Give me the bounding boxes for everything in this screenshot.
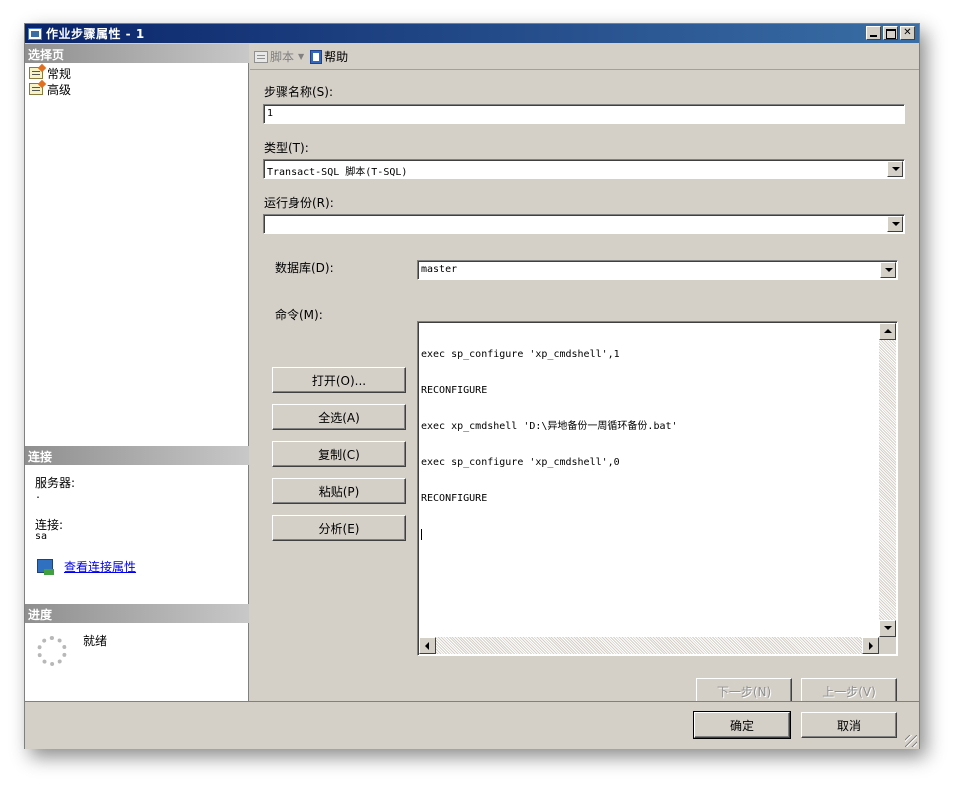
text-caret: [421, 529, 422, 540]
window-controls: ✕: [866, 26, 915, 40]
scroll-up-button[interactable]: [879, 323, 896, 340]
server-label: 服务器:: [35, 476, 76, 490]
script-button[interactable]: 脚本 ▼: [254, 48, 304, 65]
command-editor[interactable]: exec sp_configure 'xp_cmdshell',1 RECONF…: [417, 321, 898, 656]
command-label: 命令(M):: [275, 308, 323, 322]
command-line: exec xp_cmdshell 'D:\异地备份一周循环备份.bat': [421, 421, 678, 432]
chevron-down-icon[interactable]: [887, 161, 903, 177]
connection-properties-icon: [37, 559, 54, 575]
server-value: .: [35, 490, 42, 501]
copy-button[interactable]: 复制(C): [272, 441, 406, 467]
select-all-button[interactable]: 全选(A): [272, 404, 406, 430]
scroll-right-button[interactable]: [862, 637, 879, 654]
progress-status: 就绪: [83, 634, 108, 648]
ok-button[interactable]: 确定: [693, 711, 791, 739]
step-name-input[interactable]: 1: [263, 104, 905, 124]
scroll-left-button[interactable]: [419, 637, 436, 654]
progress-spinner-icon: [37, 636, 67, 666]
maximize-button[interactable]: [883, 26, 898, 40]
connection-value: sa: [35, 531, 48, 542]
view-connection-properties-link[interactable]: 查看连接属性: [64, 558, 136, 575]
database-select[interactable]: master: [417, 260, 898, 280]
type-select-value: Transact-SQL 脚本(T-SQL): [267, 167, 408, 178]
general-page-content: 步骤名称(S): 1 类型(T): Transact-SQL 脚本(T-SQL)…: [250, 71, 919, 704]
toolbar: 脚本 ▼ 帮助: [250, 44, 919, 70]
select-page-header: 选择页: [25, 44, 249, 63]
command-line: RECONFIGURE: [421, 493, 488, 504]
minimize-button[interactable]: [866, 26, 881, 40]
chevron-down-icon: ▼: [298, 52, 305, 61]
run-as-label: 运行身份(R):: [264, 196, 334, 210]
database-select-value: master: [421, 264, 458, 275]
script-icon: [254, 50, 268, 63]
page-item-label: 常规: [47, 64, 72, 82]
job-step-properties-window: 作业步骤属性 - 1 ✕ 选择页 常规 高级 连接 服务器: . 连接: sa …: [24, 23, 920, 749]
dialog-button-bar: 确定 取消: [25, 701, 919, 749]
command-line: RECONFIGURE: [421, 385, 488, 396]
help-label: 帮助: [324, 50, 349, 64]
property-page-icon: [29, 83, 43, 95]
connection-header: 连接: [25, 446, 249, 465]
title-bar: 作业步骤属性 - 1 ✕: [25, 24, 919, 43]
scrollbar-corner: [879, 637, 896, 654]
vertical-scrollbar[interactable]: [879, 323, 896, 637]
progress-header: 进度: [25, 604, 249, 623]
help-button[interactable]: 帮助: [310, 48, 348, 65]
command-text[interactable]: exec sp_configure 'xp_cmdshell',1 RECONF…: [421, 325, 877, 566]
command-line: exec sp_configure 'xp_cmdshell',1: [421, 349, 620, 360]
chevron-down-icon[interactable]: [887, 216, 903, 232]
database-label: 数据库(D):: [275, 261, 334, 275]
window-title: 作业步骤属性 - 1: [46, 27, 145, 41]
resize-grip-icon[interactable]: [905, 735, 917, 747]
page-item-label: 高级: [47, 82, 72, 97]
left-panel: 选择页 常规 高级 连接 服务器: . 连接: sa 查看连接属性 进度 就绪: [25, 44, 249, 701]
type-select[interactable]: Transact-SQL 脚本(T-SQL): [263, 159, 905, 179]
run-as-select[interactable]: [263, 214, 905, 234]
open-button[interactable]: 打开(O)...: [272, 367, 406, 393]
parse-button[interactable]: 分析(E): [272, 515, 406, 541]
page-item-general[interactable]: 常规: [29, 64, 72, 82]
command-line: exec sp_configure 'xp_cmdshell',0: [421, 457, 620, 468]
type-label: 类型(T):: [264, 141, 309, 155]
paste-button[interactable]: 粘贴(P): [272, 478, 406, 504]
chevron-down-icon[interactable]: [880, 262, 896, 278]
horizontal-scrollbar[interactable]: [419, 637, 879, 654]
step-name-label: 步骤名称(S):: [264, 85, 334, 99]
window-icon: [28, 27, 42, 40]
scroll-down-button[interactable]: [879, 620, 896, 637]
close-button[interactable]: ✕: [900, 26, 915, 40]
help-icon: [310, 49, 323, 64]
page-item-advanced[interactable]: 高级: [29, 81, 71, 97]
cancel-button[interactable]: 取消: [801, 712, 897, 738]
script-label: 脚本: [270, 50, 295, 64]
property-page-icon: [29, 67, 43, 79]
